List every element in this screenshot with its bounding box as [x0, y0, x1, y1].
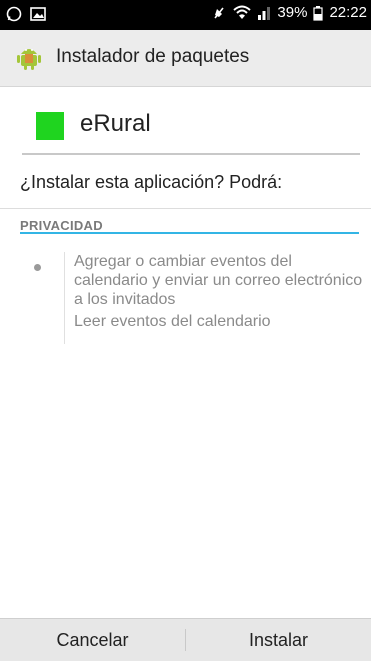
whatsapp-icon	[6, 6, 22, 22]
bullet-icon	[34, 264, 41, 271]
install-button[interactable]: Instalar	[186, 619, 371, 661]
permission-list: Agregar o cambiar eventos del calendario…	[74, 252, 371, 334]
app-name: eRural	[80, 110, 151, 137]
status-right-icons: 39% 22:22	[211, 4, 367, 21]
permission-item: Leer eventos del calendario	[74, 313, 271, 330]
status-time: 22:22	[329, 4, 367, 21]
section-header-privacy[interactable]: PRIVACIDAD	[20, 218, 103, 233]
cancel-button[interactable]: Cancelar	[0, 619, 185, 661]
page-title: Instalador de paquetes	[56, 46, 250, 67]
android-icon	[17, 49, 41, 70]
permission-rule	[64, 252, 65, 344]
image-icon	[30, 7, 46, 21]
button-bar: Cancelar Instalar	[0, 618, 371, 661]
app-header: eRural	[0, 86, 371, 156]
app-divider	[22, 153, 360, 155]
battery-icon	[313, 5, 324, 21]
app-icon	[36, 112, 64, 140]
section-underline	[20, 232, 359, 234]
question-divider	[0, 208, 371, 209]
status-bar: 39% 22:22	[0, 0, 371, 30]
mute-icon	[214, 7, 225, 18]
status-left-icons	[6, 6, 46, 22]
install-question: ¿Instalar esta aplicación? Podrá:	[20, 172, 283, 192]
action-bar: Instalador de paquetes	[0, 30, 371, 87]
permission-item: Agregar o cambiar eventos del calendario…	[74, 253, 363, 308]
battery-percent: 39%	[277, 4, 308, 21]
signal-icon	[258, 6, 271, 20]
wifi-icon	[233, 5, 252, 19]
